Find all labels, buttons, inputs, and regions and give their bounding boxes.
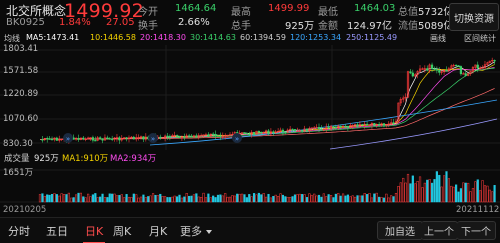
stat-value-open: 1464.64 bbox=[175, 3, 217, 14]
price-axis-top: 1803.41 bbox=[3, 44, 39, 54]
tab-weekly-k[interactable]: 周K bbox=[113, 223, 131, 239]
volume-chart[interactable] bbox=[0, 164, 500, 204]
bottom-bar: 分时 五日 日K 周K 月K 更多 加自选 上一个 下一个 bbox=[0, 217, 500, 243]
stat-label-turnover: 换手 bbox=[138, 21, 158, 32]
stat-value-volume: 925万 bbox=[285, 21, 315, 32]
stat-label-low: 最低 bbox=[318, 7, 338, 18]
tab-five-day[interactable]: 五日 bbox=[46, 223, 68, 239]
stat-value-low: 1464.03 bbox=[354, 3, 396, 14]
svg-text:»: » bbox=[235, 135, 239, 143]
volume-bars bbox=[38, 171, 496, 203]
tab-more[interactable]: 更多 bbox=[180, 223, 202, 239]
stat-label-open: 今开 bbox=[138, 7, 158, 18]
kline-chart[interactable]: » » » bbox=[0, 45, 500, 150]
change-percent: 1.84% bbox=[59, 17, 91, 28]
volume-label: 成交量 bbox=[4, 154, 30, 164]
stat-label-float-value: 流值 bbox=[398, 21, 418, 32]
ma250-value: 250:1125.49 bbox=[346, 33, 398, 42]
stat-value-turnover: 2.66% bbox=[178, 17, 210, 28]
price-axis-l2: 1571.58 bbox=[3, 66, 39, 76]
ma5-value: MA5:1473.41 bbox=[26, 33, 80, 42]
next-button[interactable]: 下一个 bbox=[457, 221, 496, 240]
tab-intraday[interactable]: 分时 bbox=[8, 223, 30, 239]
stat-label-high: 最高 bbox=[231, 7, 251, 18]
ma20-value: 20:1418.30 bbox=[140, 33, 186, 42]
tab-monthly-k[interactable]: 月K bbox=[149, 223, 167, 239]
ma30-value: 30:1414.63 bbox=[190, 33, 236, 42]
change-amount: 27.05 bbox=[106, 17, 135, 28]
ma-legend-label: 均线 bbox=[4, 34, 20, 43]
volume-ma2: MA2:934万 bbox=[110, 154, 157, 164]
add-watchlist-button[interactable]: 加自选 bbox=[377, 221, 423, 240]
volume-ma1: MA1:910万 bbox=[62, 154, 109, 164]
sector-code: BK0925 bbox=[6, 17, 45, 28]
price-axis-l3: 1220.89 bbox=[3, 89, 39, 99]
start-date: 20210205 bbox=[3, 205, 47, 215]
end-date: 20211112 bbox=[456, 205, 500, 215]
svg-text:»: » bbox=[66, 135, 70, 143]
moving-average-lines bbox=[39, 61, 498, 150]
prev-button[interactable]: 上一个 bbox=[421, 221, 458, 240]
range-stats-button[interactable]: 区间统计 bbox=[464, 33, 496, 44]
stat-label-total-value: 总值 bbox=[398, 7, 418, 18]
stat-label-amount: 金额 bbox=[318, 21, 338, 32]
switch-source-button[interactable]: 切换资源 bbox=[449, 3, 499, 31]
volume-legend: 成交量 925万 MA1:910万 MA2:934万 bbox=[0, 152, 500, 164]
price-axis-l4: 1070.60 bbox=[3, 114, 39, 124]
volume-value: 925万 bbox=[34, 154, 59, 164]
stat-value-high: 1499.99 bbox=[268, 3, 310, 14]
ma10-value: 10:1446.58 bbox=[90, 33, 136, 42]
ma-legend: 均线 MA5:1473.41 10:1446.58 20:1418.30 30:… bbox=[0, 33, 500, 45]
volume-axis-top: 1651万 bbox=[3, 168, 34, 178]
draw-line-button[interactable]: 画线 bbox=[430, 33, 446, 44]
stat-label-volume: 总手 bbox=[231, 21, 251, 32]
ma60-value: 60:1394.59 bbox=[240, 33, 286, 42]
price-axis-bottom: 830.30 bbox=[3, 139, 33, 149]
ma120-value: 120:1253.34 bbox=[290, 33, 342, 42]
svg-text:»: » bbox=[151, 135, 155, 143]
tab-daily-k[interactable]: 日K bbox=[82, 223, 106, 243]
candlesticks bbox=[41, 57, 496, 144]
stat-value-amount: 124.97亿 bbox=[347, 21, 392, 32]
more-chevron-down-icon bbox=[206, 230, 212, 234]
